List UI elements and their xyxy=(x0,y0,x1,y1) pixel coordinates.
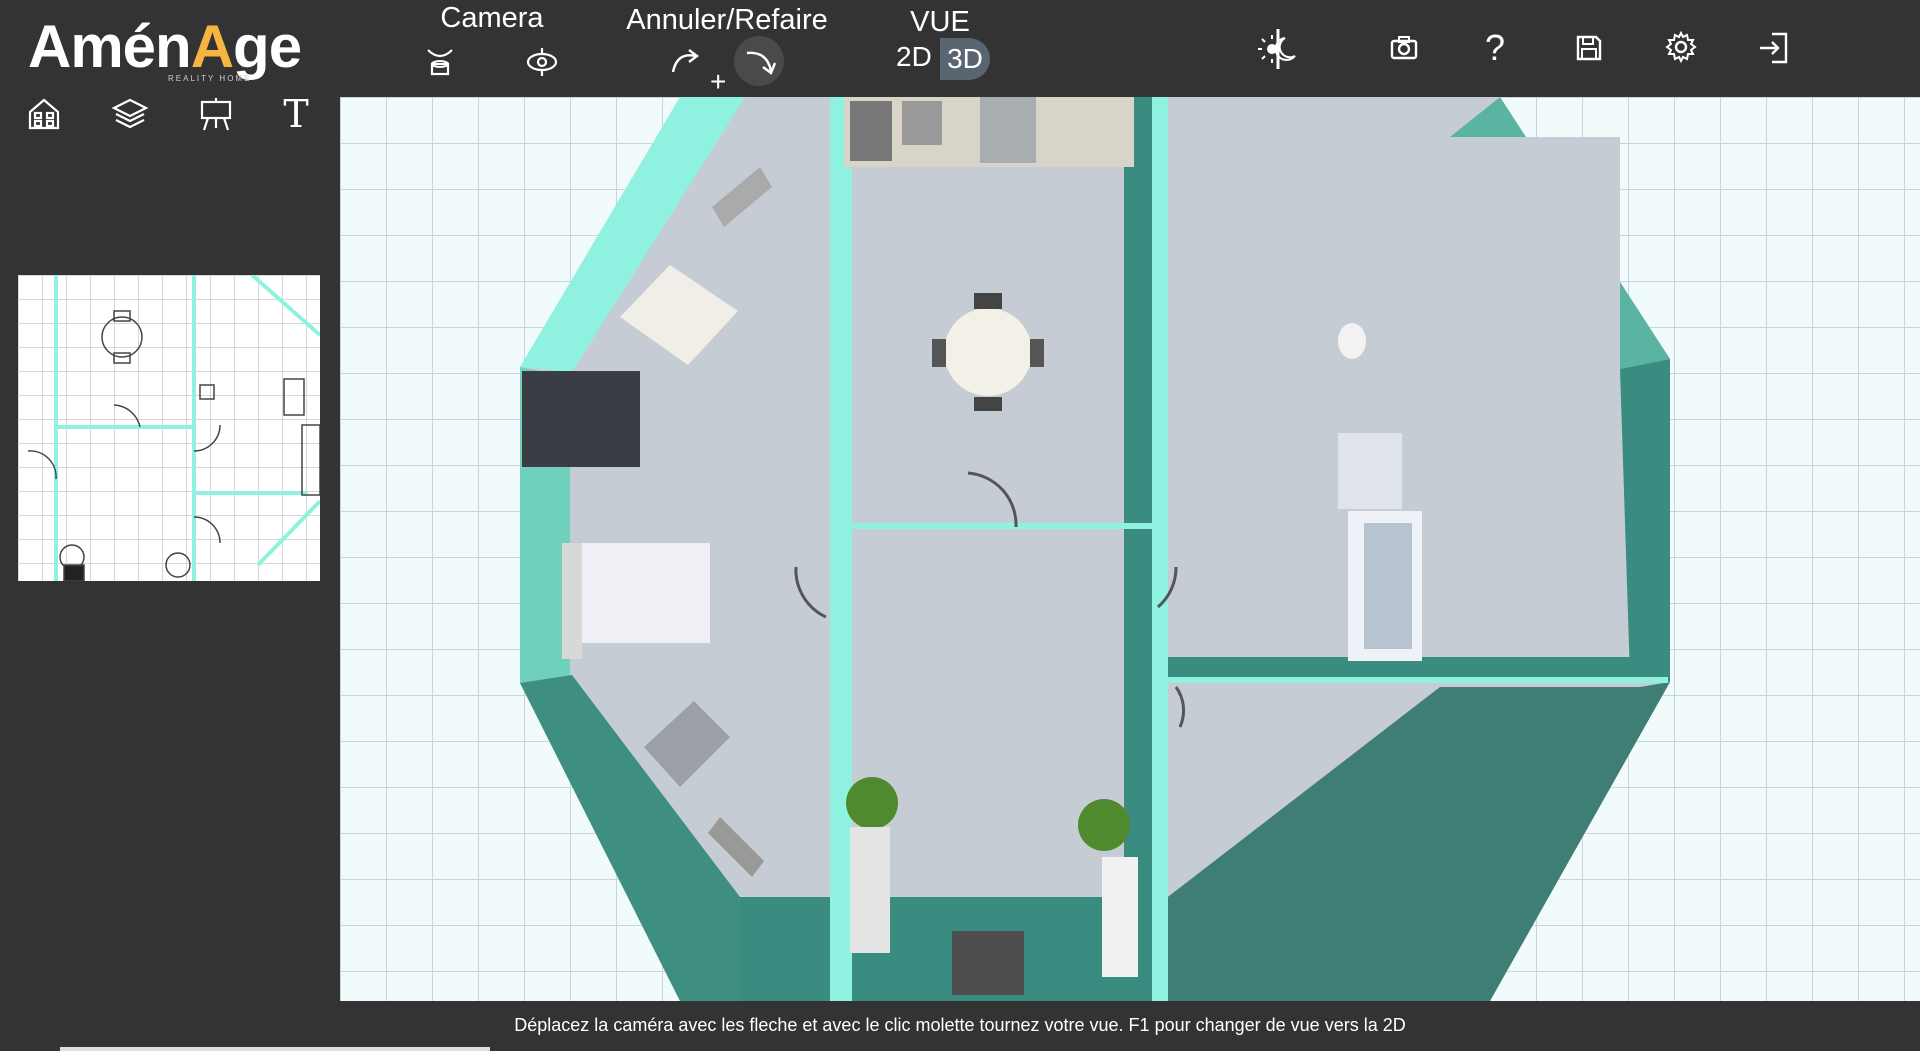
wardrobe xyxy=(522,371,640,467)
app-logo: AménAge REALITY HOME xyxy=(28,12,318,86)
settings-button[interactable] xyxy=(1662,28,1700,66)
undo-redo-group-title: Annuler/Refaire xyxy=(626,4,828,36)
logo-subtitle: REALITY HOME xyxy=(168,74,252,83)
logo-title-prefix: Amén xyxy=(28,13,192,80)
camera-look-button[interactable] xyxy=(520,42,564,82)
vue-group-title: VUE xyxy=(910,6,970,38)
save-icon xyxy=(1576,35,1602,61)
logo-title-suffix: ge xyxy=(233,13,302,80)
toilet xyxy=(1338,323,1366,359)
camera-orbit-icon xyxy=(427,49,453,76)
exit-icon xyxy=(1760,32,1788,64)
camera-orbit-button[interactable] xyxy=(418,42,462,82)
3d-view-canvas[interactable] xyxy=(340,97,1920,1001)
shower xyxy=(1338,433,1402,509)
status-scroll-indicator xyxy=(60,1047,490,1051)
undo-redo-plus: + xyxy=(710,66,727,97)
minimap[interactable] xyxy=(18,275,320,581)
view-mode-toggle[interactable]: 2D 3D xyxy=(896,38,990,80)
entry-mat xyxy=(952,931,1024,995)
text-icon: T xyxy=(283,92,309,136)
save-button[interactable] xyxy=(1572,30,1606,66)
bed xyxy=(562,543,710,643)
tool-layers[interactable] xyxy=(110,94,150,134)
redo-curve-icon xyxy=(746,51,777,75)
view-2d-option[interactable]: 2D xyxy=(896,41,932,73)
camera-capture-icon xyxy=(1390,36,1418,60)
layers-icon xyxy=(112,98,148,129)
screenshot-button[interactable] xyxy=(1386,30,1422,66)
undo-curve-icon xyxy=(671,49,699,73)
interior-wall-left xyxy=(830,97,852,1001)
logo-title: AménAge xyxy=(28,12,302,82)
easel-icon xyxy=(200,98,232,131)
minimap-plan xyxy=(27,275,320,581)
day-night-icon xyxy=(1258,29,1296,69)
status-bar: Déplacez la caméra avec les fleche et av… xyxy=(0,1001,1920,1051)
help-button[interactable]: ? xyxy=(1478,26,1512,70)
undo-button[interactable] xyxy=(662,42,708,82)
dining-table xyxy=(944,308,1032,396)
gear-icon xyxy=(1665,31,1697,63)
status-message: Déplacez la caméra avec les fleche et av… xyxy=(514,1015,1406,1035)
wall-bottom xyxy=(740,897,1160,1001)
help-icon: ? xyxy=(1484,27,1506,68)
floorplan-3d-render xyxy=(520,97,1670,1001)
plant-right xyxy=(1078,799,1130,851)
camera-group-title: Camera xyxy=(440,2,544,34)
exit-button[interactable] xyxy=(1754,28,1794,68)
eye-target-icon xyxy=(526,48,558,76)
tool-text[interactable]: T xyxy=(278,92,314,136)
view-3d-option[interactable]: 3D xyxy=(940,38,990,80)
interior-wall-horizontal xyxy=(852,523,1152,529)
home-plan-icon xyxy=(28,98,60,130)
tool-house-plan[interactable] xyxy=(24,94,64,134)
top-toolbar: AménAge REALITY HOME Camera Annuler/Refa… xyxy=(0,0,1920,97)
redo-button[interactable] xyxy=(734,36,784,86)
plant-left xyxy=(846,777,898,829)
tool-furniture[interactable] xyxy=(196,94,236,134)
day-night-button[interactable] xyxy=(1254,26,1302,72)
logo-title-accent: A xyxy=(190,13,234,80)
